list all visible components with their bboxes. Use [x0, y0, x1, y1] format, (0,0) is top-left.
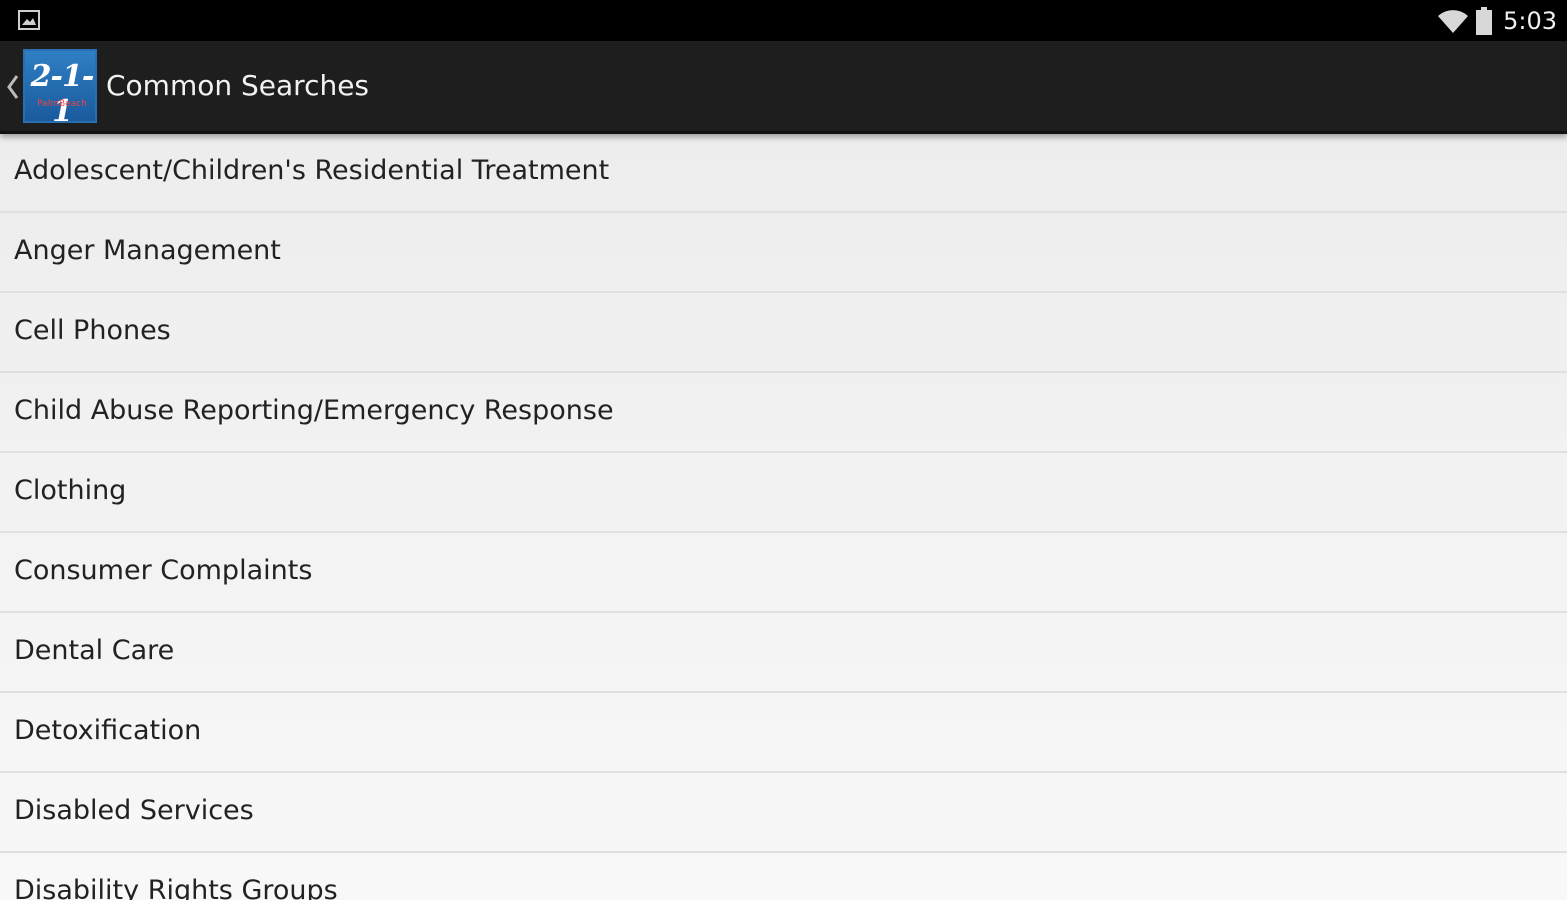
list-item-label: Child Abuse Reporting/Emergency Response [14, 395, 614, 426]
common-searches-list: Adolescent/Children's Residential Treatm… [0, 133, 1567, 900]
action-bar: 2-1-1 PalmBeach Common Searches [0, 41, 1567, 134]
list-item-label: Anger Management [14, 235, 281, 266]
list-item-label: Clothing [14, 475, 127, 506]
app-logo: 2-1-1 PalmBeach [23, 49, 97, 129]
list-item[interactable]: Consumer Complaints [0, 533, 1567, 613]
list-item-label: Disabled Services [14, 795, 254, 826]
list-item-label: Cell Phones [14, 315, 171, 346]
list-item[interactable]: Disability Rights Groups [0, 853, 1567, 900]
list-item[interactable]: Adolescent/Children's Residential Treatm… [0, 133, 1567, 213]
status-indicators: 5:03 [1437, 0, 1557, 41]
list-item[interactable]: Cell Phones [0, 293, 1567, 373]
status-clock: 5:03 [1503, 6, 1557, 35]
list-item[interactable]: Detoxification [0, 693, 1567, 773]
image-icon [18, 10, 40, 30]
list-item-label: Consumer Complaints [14, 555, 313, 586]
logo-number: 2-1-1 [30, 59, 95, 129]
battery-icon [1476, 6, 1493, 35]
list-item-label: Detoxification [14, 715, 202, 746]
list-item[interactable]: Disabled Services [0, 773, 1567, 853]
list-item[interactable]: Anger Management [0, 213, 1567, 293]
app-screen: 5:03 2-1-1 PalmBeach Common Searches Ado… [0, 0, 1567, 900]
page-title: Common Searches [106, 69, 370, 102]
up-navigation-button[interactable]: 2-1-1 PalmBeach [0, 41, 100, 131]
list-item-label: Adolescent/Children's Residential Treatm… [14, 155, 610, 186]
logo-subtext: PalmBeach [37, 99, 87, 109]
list-item[interactable]: Child Abuse Reporting/Emergency Response [0, 373, 1567, 453]
status-bar: 5:03 [0, 0, 1567, 41]
list-item-label: Disability Rights Groups [14, 875, 338, 900]
list-item[interactable]: Clothing [0, 453, 1567, 533]
list-item-label: Dental Care [14, 635, 175, 666]
chevron-left-icon [7, 75, 19, 99]
wifi-icon [1438, 9, 1469, 33]
list-item[interactable]: Dental Care [0, 613, 1567, 693]
